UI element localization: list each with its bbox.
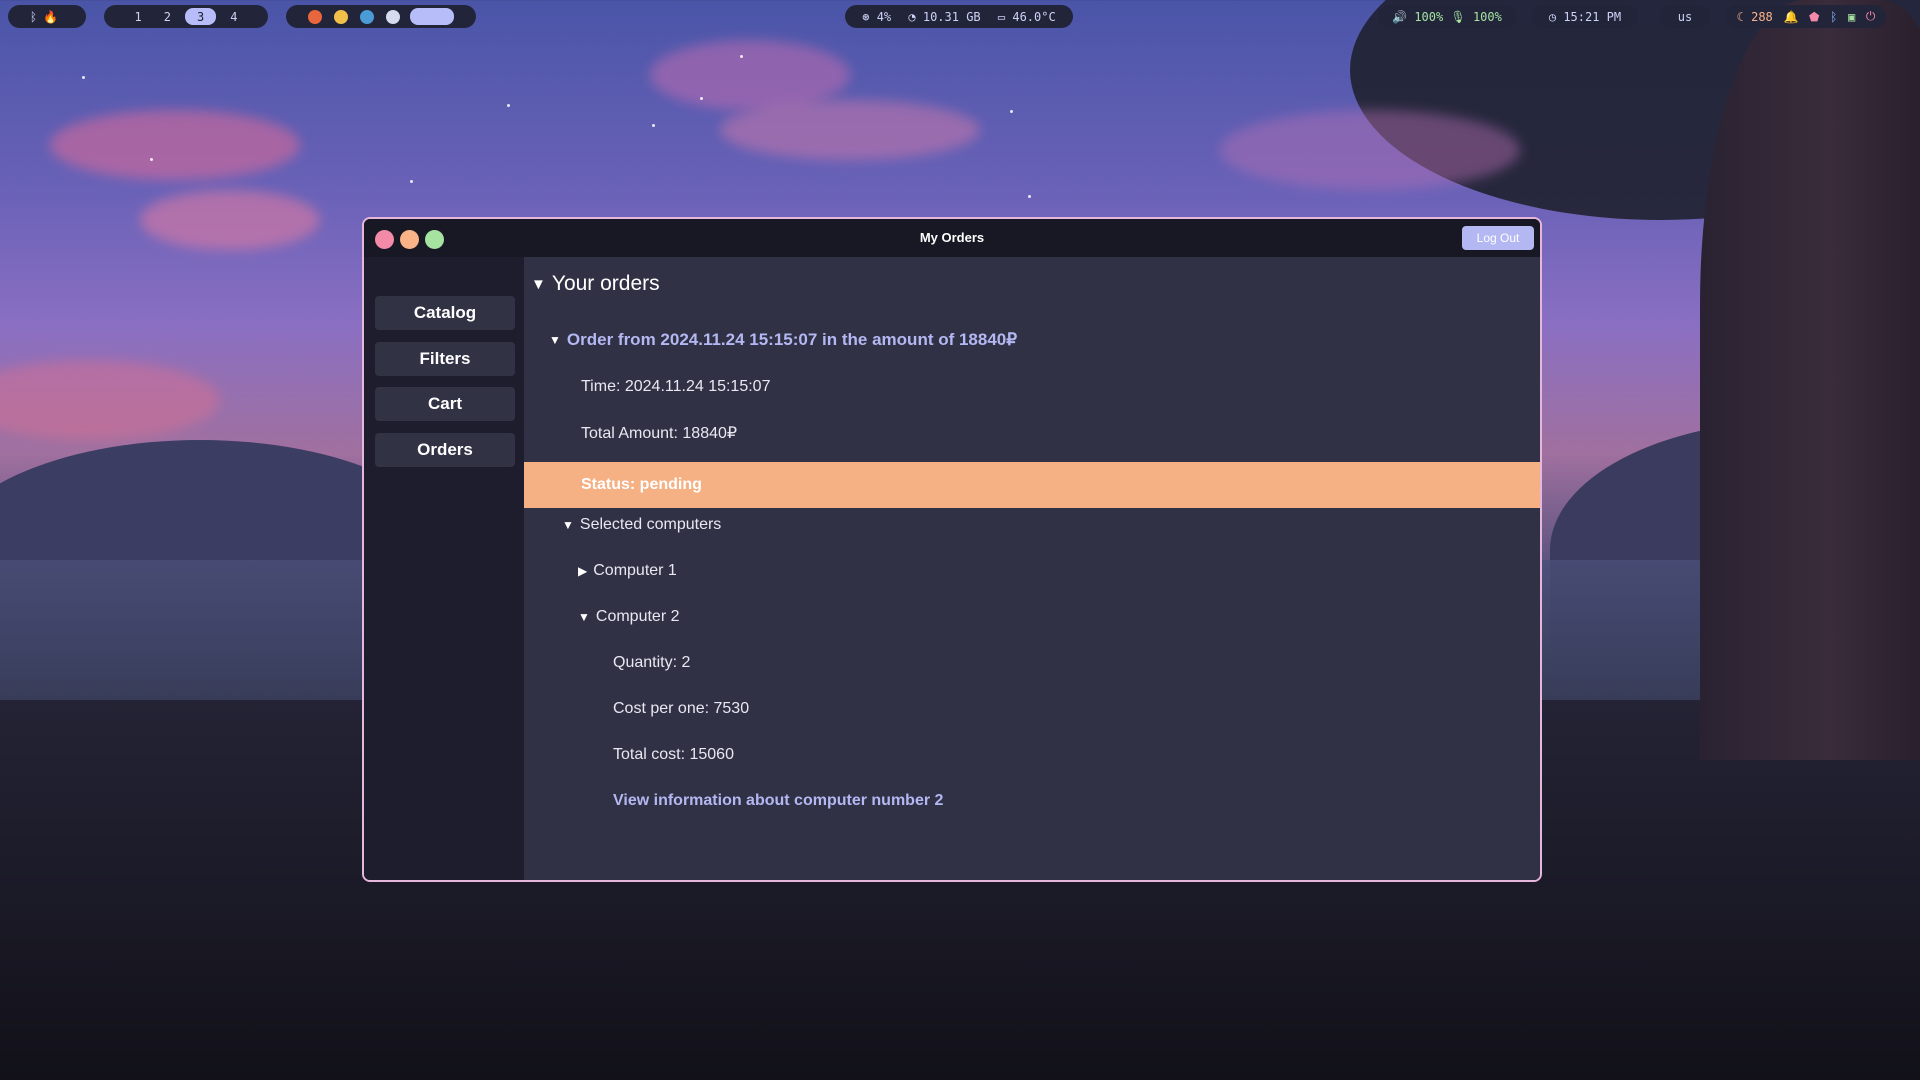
memory-usage: 10.31 GB	[922, 9, 981, 24]
clock: 15:21 PM	[1563, 9, 1622, 24]
computer-2-cost-per-one: Cost per one: 7530	[613, 700, 750, 717]
clock-module[interactable]: ◷ 15:21 PM	[1532, 5, 1638, 28]
your-orders-header[interactable]: ▼ Your orders	[524, 267, 1540, 301]
sidebar-item-filters[interactable]: Filters	[375, 342, 515, 376]
firefox-icon[interactable]	[308, 9, 322, 24]
order-total-amount: Total Amount: 18840₽	[581, 425, 738, 442]
app-window: My Orders Log Out Catalog Filters Cart O…	[362, 217, 1542, 882]
triangle-down-icon: ▼	[531, 275, 546, 293]
fire-icon: 🔥	[43, 9, 59, 24]
sidebar-item-orders[interactable]: Orders	[375, 433, 515, 467]
volume-level: 100%	[1414, 9, 1444, 24]
workspace-3[interactable]: 3	[185, 8, 217, 25]
computer-1-item[interactable]: ▶ Computer 1	[524, 554, 1540, 588]
computer-2-total-cost: Total cost: 15060	[613, 746, 734, 763]
triangle-right-icon: ▶	[578, 564, 588, 578]
audio-module[interactable]: 🔊 100% 🎙 100%	[1378, 5, 1516, 28]
tray-module: ☾ 288 🔔 ⬟ ᛒ ▣ ⏻	[1726, 5, 1886, 28]
order-header[interactable]: ▼ Order from 2024.11.24 15:15:07 in the …	[524, 323, 1540, 357]
keyboard-layout-label: us	[1677, 9, 1693, 24]
window-title: My Orders	[919, 230, 985, 245]
updates-count: 288	[1751, 9, 1773, 24]
system-stats: ⊛ 4% ◔ 10.31 GB ▭ 46.0°C	[845, 5, 1073, 28]
view-computer-2-link[interactable]: View information about computer number 2	[524, 784, 1540, 818]
memory-icon: ◔	[908, 9, 916, 24]
sidebar: Catalog Filters Cart Orders	[364, 257, 524, 880]
clock-icon: ◷	[1548, 9, 1557, 24]
updates-icon: ☾	[1736, 9, 1744, 24]
selected-computers-label: Selected computers	[579, 516, 722, 533]
workspaces: 1 2 3 4	[104, 5, 268, 28]
title-bar: My Orders Log Out	[364, 219, 1540, 257]
selected-computers-header[interactable]: ▼ Selected computers	[524, 508, 1540, 542]
sidebar-item-cart[interactable]: Cart	[375, 387, 515, 421]
keyboard-layout[interactable]: us	[1660, 5, 1710, 28]
speaker-icon: 🔊	[1392, 9, 1408, 24]
cpu-icon: ⊛	[862, 9, 870, 24]
bluetooth-tray-icon[interactable]: ᛒ	[1830, 10, 1837, 24]
computer-2-item[interactable]: ▼ Computer 2	[524, 600, 1540, 634]
orders-tree: ▼ Your orders ▼ Order from 2024.11.24 15…	[524, 257, 1540, 880]
launcher-module[interactable]: ᛒ 🔥	[8, 5, 86, 28]
order-title: Order from 2024.11.24 15:15:07 in the am…	[566, 330, 1018, 349]
workspace-4[interactable]: 4	[222, 8, 245, 25]
cpu-usage: 4%	[876, 9, 892, 24]
bell-icon[interactable]: 🔔	[1783, 10, 1798, 24]
workspace-1[interactable]: 1	[127, 8, 150, 25]
shield-icon[interactable]: ⬟	[1809, 10, 1819, 24]
telegram-icon[interactable]	[360, 9, 374, 24]
order-status: Status: pending	[524, 462, 1540, 508]
logout-button[interactable]: Log Out	[1462, 226, 1534, 250]
workspace-2[interactable]: 2	[156, 8, 179, 25]
temperature-icon: ▭	[997, 9, 1006, 24]
temperature: 46.0°C	[1012, 9, 1056, 24]
triangle-down-icon: ▼	[578, 610, 590, 624]
steam-icon[interactable]	[386, 9, 400, 24]
active-app-icon[interactable]	[410, 8, 454, 25]
order-time: Time: 2024.11.24 15:15:07	[581, 378, 771, 395]
mic-level: 100%	[1472, 9, 1502, 24]
bluetooth-icon: ᛒ	[29, 9, 38, 24]
sidebar-item-catalog[interactable]: Catalog	[375, 296, 515, 330]
triangle-down-icon: ▼	[562, 518, 574, 532]
computer-2-label: Computer 2	[595, 608, 680, 625]
taskbar-apps	[286, 5, 476, 28]
computer-2-quantity: Quantity: 2	[613, 654, 691, 671]
microphone-icon: 🎙	[1450, 9, 1466, 24]
triangle-down-icon: ▼	[549, 333, 561, 347]
power-icon[interactable]: ⏻	[1866, 9, 1876, 24]
spark-icon[interactable]	[334, 9, 348, 24]
your-orders-label: Your orders	[551, 272, 660, 295]
computer-1-label: Computer 1	[593, 562, 677, 579]
display-icon[interactable]: ▣	[1848, 10, 1855, 24]
